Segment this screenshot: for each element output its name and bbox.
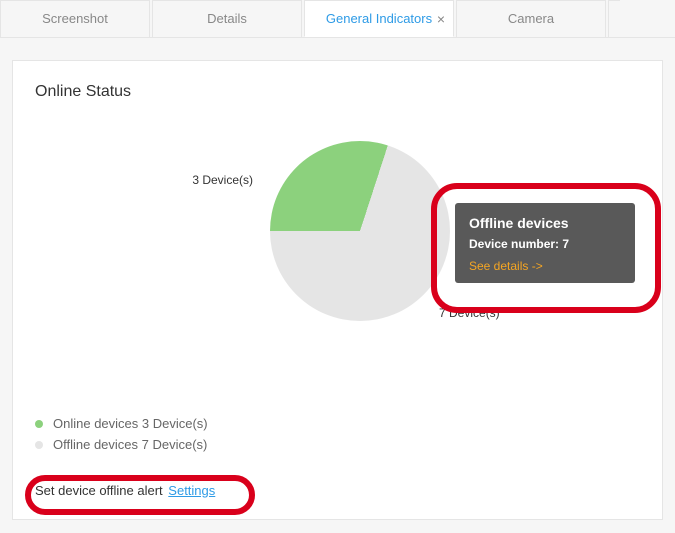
legend-online-label: Online devices 3 Device(s) (53, 416, 208, 431)
legend-offline-label: Offline devices 7 Device(s) (53, 437, 207, 452)
settings-link[interactable]: Settings (168, 483, 215, 498)
tab-bar: Screenshot Details General Indicators × … (0, 0, 675, 38)
tab-more[interactable] (608, 0, 620, 37)
pie-label-online: 3 Device(s) (173, 173, 253, 187)
tooltip-see-details-link[interactable]: See details -> (469, 259, 621, 273)
tab-camera[interactable]: Camera (456, 0, 606, 37)
close-icon[interactable]: × (437, 11, 445, 27)
offline-alert-text: Set device offline alert (35, 483, 163, 498)
tooltip-title: Offline devices (469, 215, 621, 231)
pie-chart[interactable] (270, 141, 450, 321)
pie-legend: Online devices 3 Device(s) Offline devic… (35, 416, 208, 458)
pie-chart-area: 3 Device(s) 7 Device(s) Offline devices … (35, 111, 640, 371)
tooltip-number: Device number: 7 (469, 237, 621, 251)
legend-dot-icon (35, 420, 43, 428)
legend-offline-row: Offline devices 7 Device(s) (35, 437, 208, 452)
offline-alert-line: Set device offline alert Settings (35, 483, 215, 498)
tab-details[interactable]: Details (152, 0, 302, 37)
legend-online-row: Online devices 3 Device(s) (35, 416, 208, 431)
online-status-panel: Online Status 3 Device(s) 7 Device(s) Of… (12, 60, 663, 520)
tab-screenshot[interactable]: Screenshot (0, 0, 150, 37)
pie-label-offline: 7 Device(s) (439, 306, 500, 320)
tab-general-indicators[interactable]: General Indicators × (304, 0, 454, 37)
legend-dot-icon (35, 441, 43, 449)
tab-label: General Indicators (326, 11, 432, 26)
pie-tooltip: Offline devices Device number: 7 See det… (455, 203, 635, 283)
panel-title: Online Status (35, 83, 640, 101)
